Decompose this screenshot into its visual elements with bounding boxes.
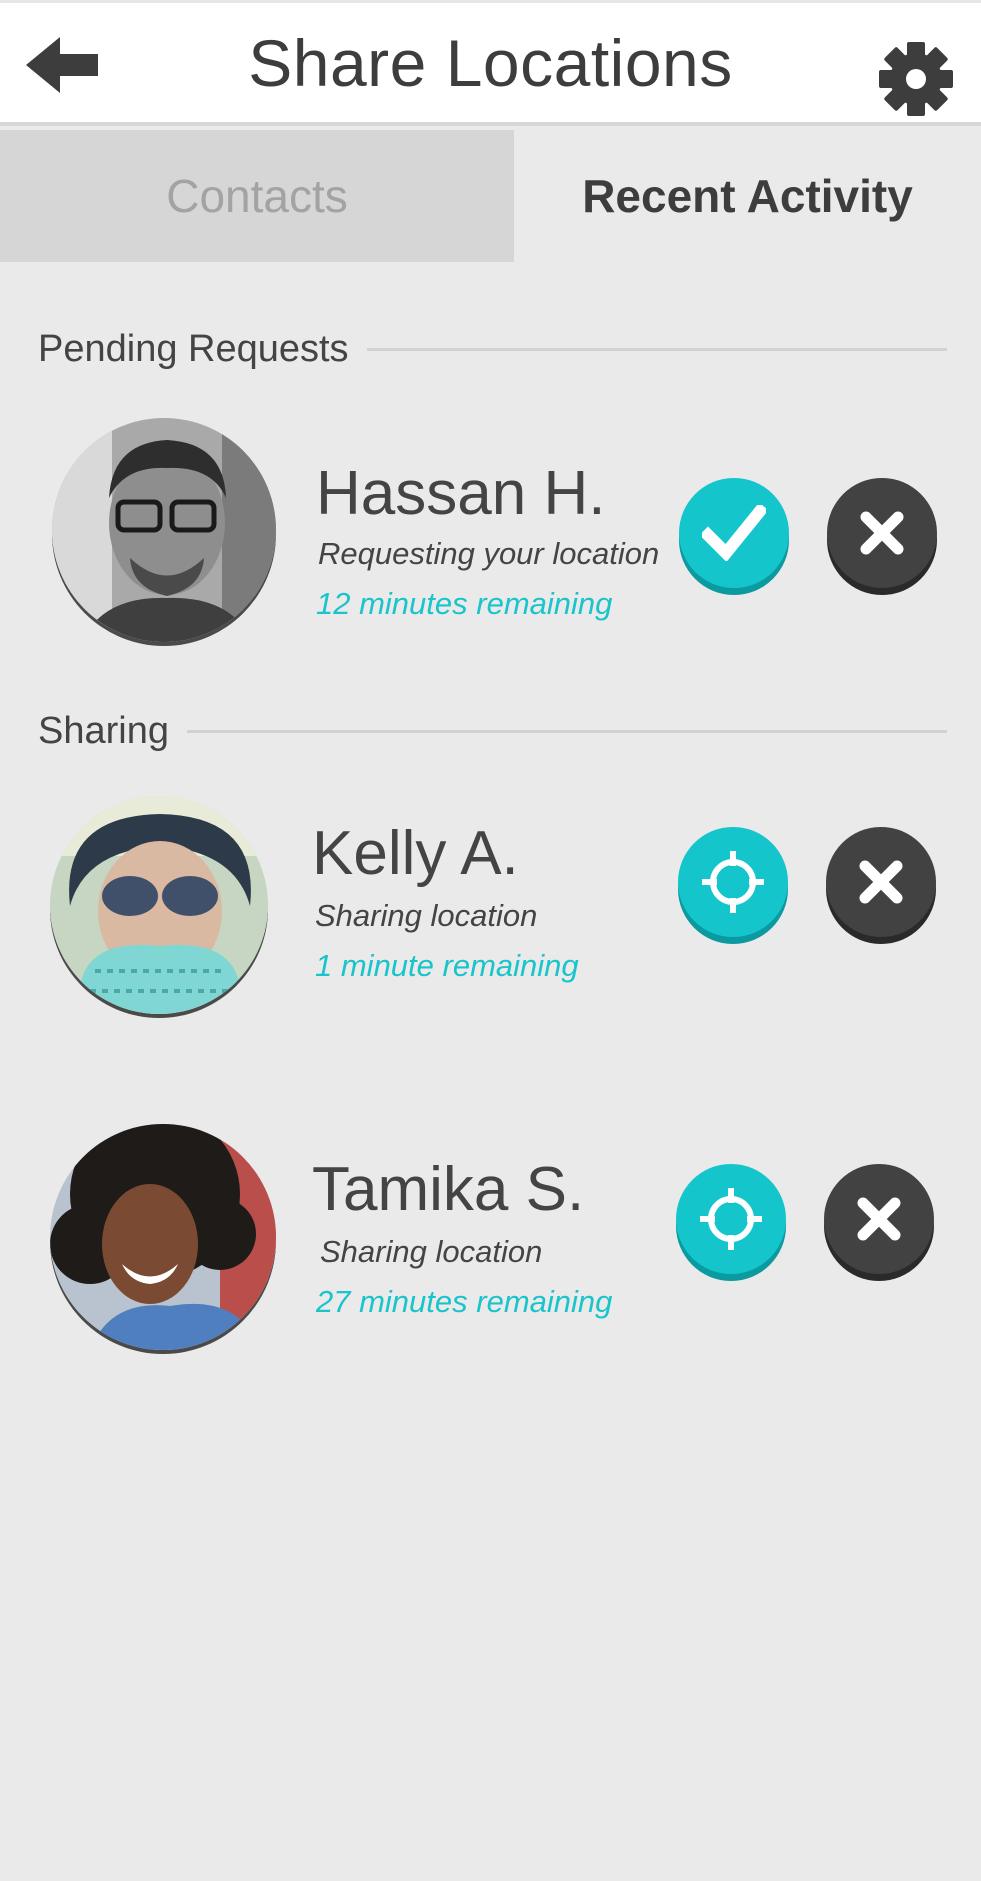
section-heading-sharing: Sharing <box>38 706 947 756</box>
locate-button[interactable] <box>678 827 788 937</box>
divider <box>366 347 947 351</box>
contact-status: Requesting your location <box>318 536 660 571</box>
tab-recent-activity[interactable]: Recent Activity <box>514 130 981 262</box>
tab-contacts[interactable]: Contacts <box>0 130 514 262</box>
avatar <box>52 418 276 642</box>
check-icon <box>702 505 766 561</box>
time-remaining: 12 minutes remaining <box>316 586 613 621</box>
close-icon <box>857 1197 901 1241</box>
contact-status: Sharing location <box>315 898 538 933</box>
section-heading-pending: Pending Requests <box>38 324 947 374</box>
time-remaining: 27 minutes remaining <box>316 1284 613 1319</box>
list-item: Tamika S. Sharing location 27 minutes re… <box>0 1120 981 1360</box>
page-title: Share Locations <box>248 26 733 100</box>
crosshair-icon <box>702 851 764 913</box>
contact-name: Tamika S. <box>312 1155 585 1224</box>
contact-name: Kelly A. <box>312 819 519 888</box>
divider <box>186 729 947 733</box>
tab-bar: Contacts Recent Activity <box>0 130 981 262</box>
settings-button[interactable] <box>876 39 956 119</box>
close-icon <box>860 511 904 555</box>
accept-button[interactable] <box>679 478 789 588</box>
avatar <box>50 1124 276 1350</box>
crosshair-icon <box>700 1188 762 1250</box>
list-item: Hassan H. Requesting your location 12 mi… <box>0 412 981 652</box>
stop-sharing-button[interactable] <box>824 1164 934 1274</box>
contact-name: Hassan H. <box>316 459 606 528</box>
locate-button[interactable] <box>676 1164 786 1274</box>
list-item: Kelly A. Sharing location 1 minute remai… <box>0 792 981 1032</box>
gear-icon <box>879 42 953 116</box>
decline-button[interactable] <box>827 478 937 588</box>
time-remaining: 1 minute remaining <box>315 948 579 983</box>
top-bar: Share Locations <box>0 0 981 126</box>
section-label: Sharing <box>38 709 169 752</box>
section-label: Pending Requests <box>38 327 349 370</box>
contact-status: Sharing location <box>320 1234 543 1269</box>
close-icon <box>859 860 903 904</box>
stop-sharing-button[interactable] <box>826 827 936 937</box>
avatar <box>50 796 268 1014</box>
